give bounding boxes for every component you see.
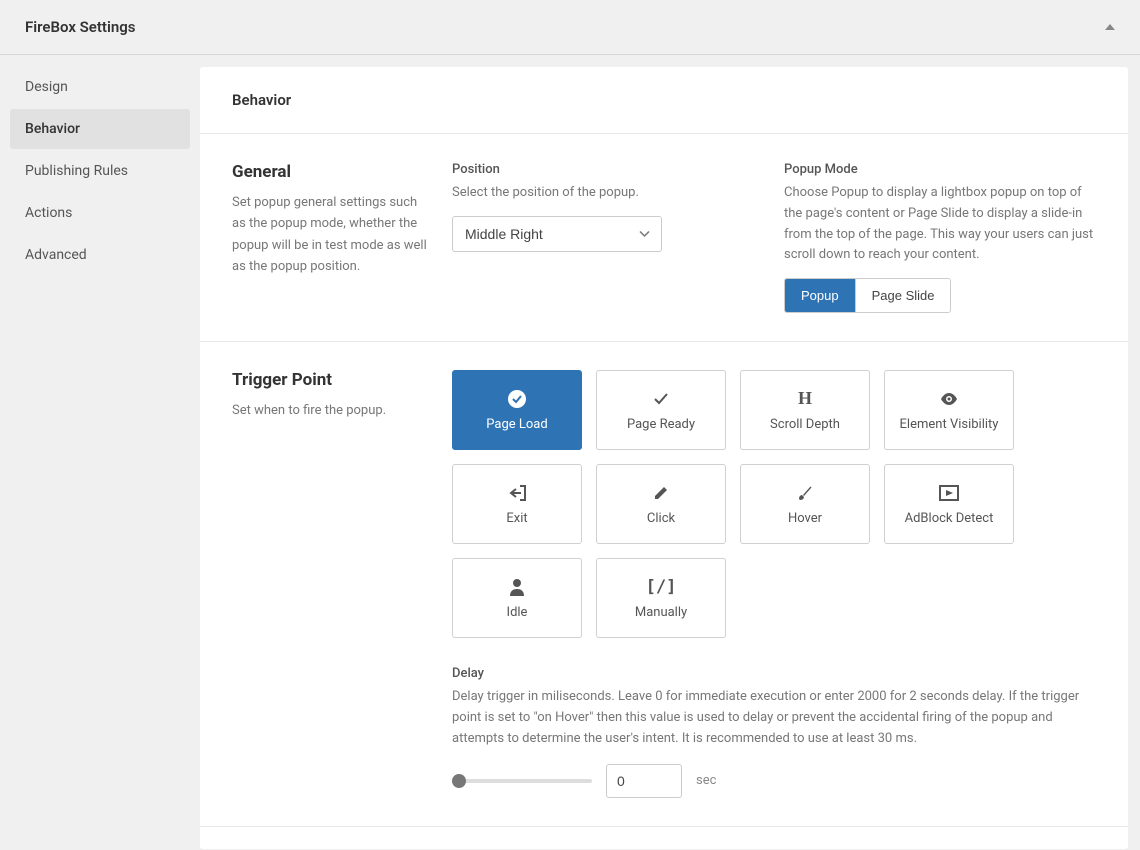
sidebar-item-label: Publishing Rules (25, 163, 128, 179)
trigger-click[interactable]: Click (596, 464, 726, 544)
toggle-page-slide[interactable]: Page Slide (856, 279, 951, 312)
position-select-wrapper (452, 216, 662, 252)
field-position: Position Select the position of the popu… (452, 162, 752, 313)
popup-mode-toggle: Popup Page Slide (784, 278, 951, 313)
field-description: Select the position of the popup. (452, 183, 752, 204)
trigger-label: Element Visibility (900, 417, 999, 432)
content-header-title: Behavior (232, 91, 1096, 109)
section-title: General (232, 162, 428, 182)
trigger-label: Manually (635, 605, 687, 620)
check-circle-icon (507, 389, 527, 409)
presentation-icon (938, 483, 960, 503)
trigger-scroll-depth[interactable]: H Scroll Depth (740, 370, 870, 450)
user-icon (509, 577, 525, 597)
delay-unit: sec (696, 773, 716, 788)
delay-controls: sec (452, 764, 1096, 798)
trigger-manually[interactable]: [/] Manually (596, 558, 726, 638)
sidebar-item-label: Actions (25, 205, 72, 221)
toggle-popup[interactable]: Popup (785, 279, 856, 312)
section-fields: Position Select the position of the popu… (452, 162, 1096, 313)
trigger-label: Scroll Depth (770, 417, 840, 432)
field-description: Choose Popup to display a lightbox popup… (784, 183, 1096, 266)
trigger-page-load[interactable]: Page Load (452, 370, 582, 450)
section-title: Trigger Point (232, 370, 428, 390)
sidebar-item-behavior[interactable]: Behavior (10, 109, 190, 149)
trigger-label: Page Load (486, 417, 547, 432)
settings-panel: FireBox Settings Design Behavior Publish… (0, 0, 1140, 850)
trigger-hover[interactable]: Hover (740, 464, 870, 544)
section-info: Trigger Point Set when to fire the popup… (232, 370, 452, 797)
eye-icon (939, 389, 959, 409)
pencil-icon (653, 483, 669, 503)
trigger-label: Page Ready (627, 417, 695, 432)
sidebar-item-advanced[interactable]: Advanced (10, 235, 190, 275)
trigger-element-visibility[interactable]: Element Visibility (884, 370, 1014, 450)
sidebar-item-actions[interactable]: Actions (10, 193, 190, 233)
section-description: Set when to fire the popup. (232, 400, 428, 421)
delay-slider[interactable] (452, 779, 592, 783)
sidebar-item-label: Advanced (25, 247, 87, 263)
panel-body: Design Behavior Publishing Rules Actions… (0, 55, 1140, 849)
trigger-label: Click (647, 511, 675, 526)
trigger-adblock-detect[interactable]: AdBlock Detect (884, 464, 1014, 544)
brackets-icon: [/] (646, 577, 677, 597)
brush-icon (796, 483, 814, 503)
trigger-exit[interactable]: Exit (452, 464, 582, 544)
trigger-label: AdBlock Detect (905, 511, 994, 526)
section-info: General Set popup general settings such … (232, 162, 452, 313)
delay-input[interactable] (606, 764, 682, 798)
sidebar: Design Behavior Publishing Rules Actions… (0, 55, 200, 849)
section-trigger-point: Trigger Point Set when to fire the popup… (200, 342, 1128, 826)
exit-icon (507, 483, 527, 503)
trigger-label: Idle (507, 605, 528, 620)
panel-title: FireBox Settings (25, 18, 135, 36)
field-description: Delay trigger in miliseconds. Leave 0 fo… (452, 687, 1096, 749)
collapse-icon[interactable] (1105, 24, 1115, 30)
field-label: Delay (452, 666, 1096, 681)
trigger-grid: Page Load Page Ready H Sc (452, 370, 1096, 638)
section-general: General Set popup general settings such … (200, 134, 1128, 342)
trigger-idle[interactable]: Idle (452, 558, 582, 638)
sidebar-item-label: Design (25, 79, 68, 95)
panel-header[interactable]: FireBox Settings (0, 0, 1140, 55)
field-popup-mode: Popup Mode Choose Popup to display a lig… (784, 162, 1096, 313)
section-fields: Page Load Page Ready H Sc (452, 370, 1096, 797)
content-area: Behavior General Set popup general setti… (200, 67, 1128, 849)
content-header: Behavior (200, 67, 1128, 134)
trigger-page-ready[interactable]: Page Ready (596, 370, 726, 450)
trigger-label: Exit (506, 511, 527, 526)
field-delay: Delay Delay trigger in miliseconds. Leav… (452, 666, 1096, 797)
position-select[interactable] (452, 216, 662, 252)
sidebar-item-label: Behavior (25, 121, 80, 137)
trigger-label: Hover (788, 511, 822, 526)
section-description: Set popup general settings such as the p… (232, 192, 428, 278)
sidebar-item-publishing-rules[interactable]: Publishing Rules (10, 151, 190, 191)
field-label: Position (452, 162, 752, 177)
sidebar-item-design[interactable]: Design (10, 67, 190, 107)
section-opening-behavior: Opening Behavior Show F (200, 827, 1128, 849)
letter-h-icon: H (798, 389, 812, 409)
check-icon (653, 389, 669, 409)
field-label: Popup Mode (784, 162, 1096, 177)
